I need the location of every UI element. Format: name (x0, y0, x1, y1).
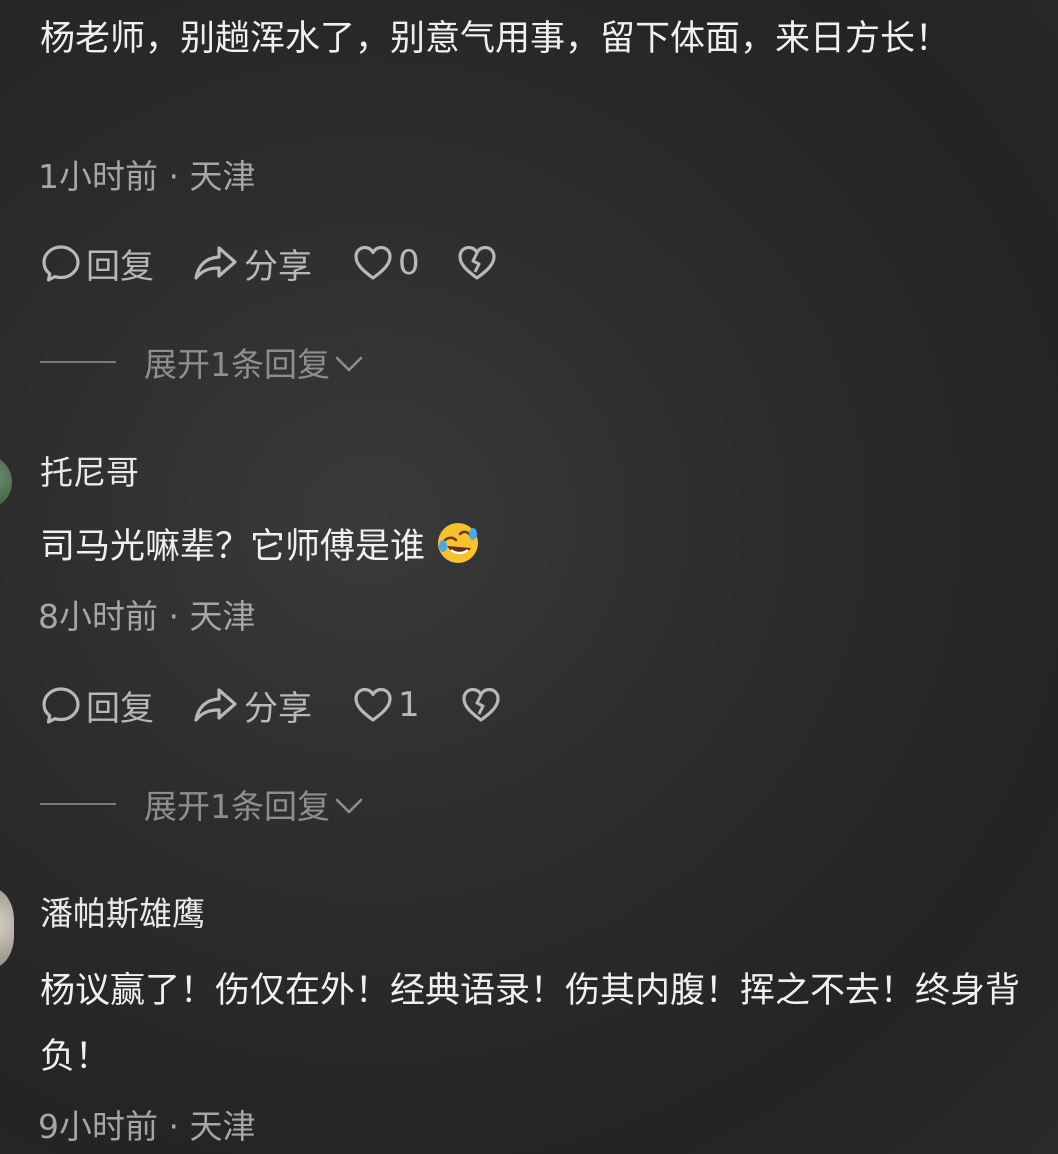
share-label: 分享 (244, 246, 312, 287)
speech-bubble-icon (40, 684, 82, 726)
dislike-button[interactable] (456, 242, 498, 284)
reply-label: 回复 (86, 688, 154, 729)
like-button[interactable]: 1 (352, 684, 420, 726)
share-button[interactable]: 分享 (192, 681, 312, 730)
expand-replies-button[interactable]: 展开1条回复 (40, 338, 364, 386)
comment-text: 杨议赢了！伤仅在外！经典语录！伤其内腹！挥之不去！终身背负！ (40, 971, 1021, 1077)
rolling-laughing-emoji (435, 520, 481, 566)
divider-line (40, 361, 116, 363)
comment-location: 天津 (189, 1107, 256, 1146)
comment-username[interactable]: 潘帕斯雄鹰 (40, 887, 205, 935)
comment-text: 司马光嘛辈？它师傅是谁 (40, 514, 1020, 580)
comment-meta: 1小时前 · 天津 (38, 150, 255, 198)
comment-time: 1小时前 (38, 157, 158, 196)
reply-button[interactable]: 回复 (40, 681, 154, 730)
like-count: 0 (398, 243, 420, 283)
like-button[interactable]: 0 (352, 242, 420, 284)
divider-line (40, 803, 116, 805)
reply-button[interactable]: 回复 (40, 239, 154, 288)
comment-username[interactable]: 托尼哥 (40, 446, 139, 494)
comment-actions: 回复 分享 0 (40, 239, 498, 288)
comment-actions: 回复 分享 1 (40, 681, 502, 730)
speech-bubble-icon (40, 242, 82, 284)
meta-separator: · (158, 1107, 190, 1146)
comment-time: 8小时前 (38, 597, 158, 636)
comment-meta: 8小时前 · 天津 (38, 590, 255, 638)
comment-time: 9小时前 (38, 1107, 158, 1146)
avatar[interactable] (0, 888, 14, 968)
expand-replies-button[interactable]: 展开1条回复 (40, 780, 364, 828)
comment-body: 司马光嘛辈？它师傅是谁 (40, 527, 426, 567)
like-count: 1 (398, 685, 420, 725)
expand-label: 展开1条回复 (144, 345, 330, 384)
dislike-button[interactable] (460, 684, 502, 726)
comment-location: 天津 (189, 597, 256, 636)
broken-heart-icon (456, 242, 498, 284)
chevron-down-icon (334, 343, 364, 382)
share-arrow-icon (192, 242, 240, 284)
share-arrow-icon (192, 684, 240, 726)
comment-location: 天津 (189, 157, 256, 196)
meta-separator: · (158, 597, 190, 636)
meta-separator: · (158, 157, 190, 196)
share-button[interactable]: 分享 (192, 239, 312, 288)
heart-icon (352, 684, 394, 726)
share-label: 分享 (244, 688, 312, 729)
heart-icon (352, 242, 394, 284)
chevron-down-icon (334, 785, 364, 824)
reply-label: 回复 (86, 246, 154, 287)
expand-label: 展开1条回复 (144, 787, 330, 826)
comment-text: 杨老师，别趟浑水了，别意气用事，留下体面，来日方长！ (40, 19, 951, 59)
broken-heart-icon (460, 684, 502, 726)
comment-meta: 9小时前 · 天津 (38, 1100, 255, 1148)
avatar[interactable] (0, 455, 12, 509)
